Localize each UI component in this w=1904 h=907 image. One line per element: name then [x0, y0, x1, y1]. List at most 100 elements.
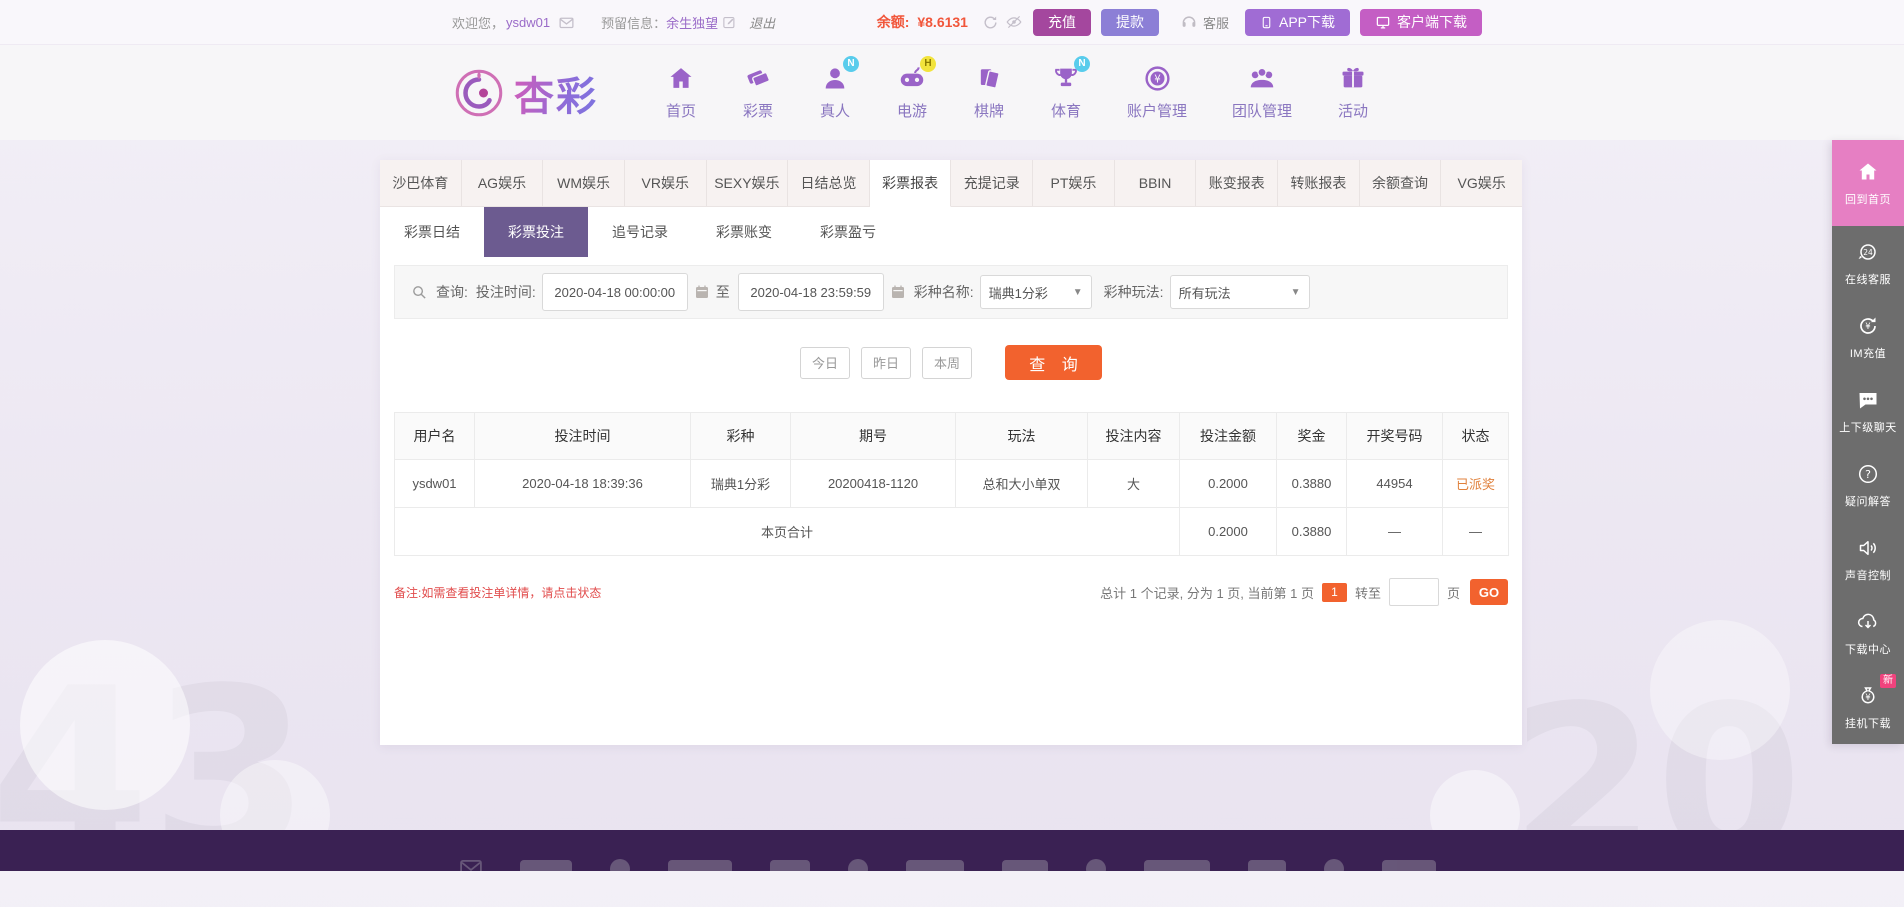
- nav-item-lottery[interactable]: 彩票: [727, 62, 789, 121]
- today-button[interactable]: 今日: [800, 346, 850, 379]
- brand-logo[interactable]: 杏彩: [452, 64, 598, 122]
- nav-item-sports[interactable]: N 体育: [1035, 56, 1097, 121]
- nav-item-home[interactable]: 首页: [650, 62, 712, 121]
- balance: 余额: ¥8.6131: [877, 12, 968, 32]
- app-download-button[interactable]: APP下载: [1244, 8, 1350, 36]
- withdraw-button[interactable]: 提款: [1100, 8, 1159, 36]
- nav-item-boardgames[interactable]: 棋牌: [958, 62, 1020, 121]
- sidebar-item-sound[interactable]: 声音控制: [1832, 522, 1904, 596]
- col-prize: 奖金: [1276, 412, 1347, 460]
- subtab-lottery-account-change[interactable]: 彩票账变: [692, 207, 796, 257]
- subtab-chase-record[interactable]: 追号记录: [588, 207, 692, 257]
- total-prize: 0.3880: [1276, 507, 1347, 556]
- table-header-row: 用户名 投注时间 彩种 期号 玩法 投注内容 投注金额 奖金 开奖号码 状态: [394, 412, 1509, 460]
- search-button[interactable]: 查 询: [1005, 345, 1102, 380]
- eye-off-icon[interactable]: [1005, 13, 1023, 31]
- sidebar-item-chat[interactable]: 上下级聊天: [1832, 374, 1904, 448]
- play-type-label: 彩种玩法:: [1103, 284, 1164, 300]
- sidebar-item-im-recharge[interactable]: ¥ IM充值: [1832, 300, 1904, 374]
- reserved-value: 余生独望: [666, 15, 719, 31]
- sidebar-item-faq[interactable]: ? 疑问解答: [1832, 448, 1904, 522]
- gamepad-icon: H: [896, 56, 936, 94]
- team-icon: [1246, 62, 1278, 94]
- tab-deposit-withdraw-record[interactable]: 充提记录: [951, 160, 1034, 206]
- tab-lottery-report[interactable]: 彩票报表: [869, 160, 952, 207]
- tab-wm[interactable]: WM娱乐: [543, 160, 625, 206]
- partner-logo: [1002, 860, 1048, 871]
- col-lottery: 彩种: [690, 412, 791, 460]
- subtab-lottery-daily[interactable]: 彩票日结: [380, 207, 484, 257]
- tab-balance-query[interactable]: 余额查询: [1360, 160, 1442, 206]
- play-type-select[interactable]: 所有玩法 ▼: [1169, 275, 1310, 309]
- nav-item-account[interactable]: ¥ 账户管理: [1112, 62, 1202, 121]
- svg-text:¥: ¥: [1865, 322, 1871, 332]
- bet-time-to-input[interactable]: [737, 273, 884, 311]
- total-draw-dash: —: [1346, 507, 1443, 556]
- tab-sexy[interactable]: SEXY娱乐: [707, 160, 789, 206]
- lottery-subtabs: 彩票日结 彩票投注 追号记录 彩票账变 彩票盈亏: [380, 207, 1522, 257]
- subtab-lottery-profit-loss[interactable]: 彩票盈亏: [796, 207, 900, 257]
- go-button[interactable]: GO: [1470, 579, 1508, 605]
- sidebar-item-hangup-download[interactable]: 新 ¥ 挂机下载: [1832, 670, 1904, 744]
- lottery-name-select[interactable]: 瑞典1分彩 ▼: [979, 275, 1092, 309]
- recharge-button[interactable]: 充值: [1032, 8, 1091, 36]
- tab-pt[interactable]: PT娱乐: [1033, 160, 1115, 206]
- calendar-icon[interactable]: [890, 284, 906, 300]
- goto-page-input[interactable]: [1388, 578, 1439, 606]
- content-card: 沙巴体育 AG娱乐 WM娱乐 VR娱乐 SEXY娱乐 日结总览 彩票报表 充提记…: [380, 160, 1522, 745]
- tab-daily-overview[interactable]: 日结总览: [788, 160, 870, 206]
- partner-logo: [848, 859, 868, 871]
- reserved-label: 预留信息：: [601, 15, 667, 31]
- nav-item-team[interactable]: 团队管理: [1217, 62, 1307, 121]
- tab-ag[interactable]: AG娱乐: [462, 160, 544, 206]
- partner-logo: [668, 860, 732, 871]
- svg-text:¥: ¥: [1865, 693, 1871, 703]
- chevron-down-icon: ▼: [1290, 286, 1301, 298]
- tab-shaba-sports[interactable]: 沙巴体育: [380, 160, 462, 206]
- nav-item-live[interactable]: N 真人: [804, 56, 866, 121]
- service-link[interactable]: 客服: [1175, 13, 1229, 32]
- cell-play: 总和大小单双: [955, 459, 1088, 508]
- tickets-icon: [742, 62, 774, 94]
- logout-link[interactable]: 退出: [749, 13, 775, 32]
- sidebar-item-online-service[interactable]: 24 在线客服: [1832, 226, 1904, 300]
- page-1-button[interactable]: 1: [1321, 582, 1347, 602]
- bet-time-from-input[interactable]: [541, 273, 688, 311]
- calendar-icon[interactable]: [694, 284, 710, 300]
- sidebar-item-back-home[interactable]: 回到首页: [1832, 140, 1904, 226]
- brand-name: 杏彩: [514, 64, 598, 122]
- partner-logo: [770, 860, 810, 871]
- home-icon: [1856, 160, 1880, 184]
- report-tabbar: 沙巴体育 AG娱乐 WM娱乐 VR娱乐 SEXY娱乐 日结总览 彩票报表 充提记…: [380, 160, 1522, 207]
- col-bet-time: 投注时间: [474, 412, 691, 460]
- col-bet-content: 投注内容: [1087, 412, 1180, 460]
- tab-bbin[interactable]: BBIN: [1115, 160, 1197, 206]
- partner-logo: [1324, 859, 1344, 871]
- decor-ball: [1650, 620, 1790, 760]
- tab-vg[interactable]: VG娱乐: [1441, 160, 1522, 206]
- refresh-icon[interactable]: [982, 14, 999, 31]
- nav-item-egames[interactable]: H 电游: [881, 56, 943, 121]
- nav-item-promotions[interactable]: 活动: [1322, 62, 1384, 121]
- cell-prize: 0.3880: [1276, 459, 1347, 508]
- envelope-icon[interactable]: [558, 14, 575, 31]
- headset-icon: [1180, 13, 1198, 31]
- client-download-button[interactable]: 客户端下载: [1360, 8, 1482, 36]
- topbar: 欢迎您， ysdw01 预留信息： 余生独望 退出 余额: ¥8.6131 充值…: [0, 0, 1904, 45]
- chat-icon: [1856, 388, 1880, 412]
- edit-icon[interactable]: [722, 15, 737, 30]
- tab-transfer-report[interactable]: 转账报表: [1278, 160, 1360, 206]
- tab-vr[interactable]: VR娱乐: [625, 160, 707, 206]
- yesterday-button[interactable]: 昨日: [861, 346, 911, 379]
- subtab-lottery-bets[interactable]: 彩票投注: [484, 207, 588, 257]
- tab-account-change-report[interactable]: 账变报表: [1196, 160, 1279, 206]
- col-draw-number: 开奖号码: [1346, 412, 1443, 460]
- account-icon: ¥: [1141, 62, 1173, 94]
- cell-status-link[interactable]: 已派奖: [1442, 459, 1509, 508]
- sidebar-item-download-center[interactable]: 下载中心: [1832, 596, 1904, 670]
- this-week-button[interactable]: 本周: [922, 346, 972, 379]
- cell-bet-amount: 0.2000: [1179, 459, 1277, 508]
- cell-lottery: 瑞典1分彩: [690, 459, 791, 508]
- col-play: 玩法: [955, 412, 1088, 460]
- quick-date-row: 今日 昨日 本周 查 询: [380, 345, 1522, 380]
